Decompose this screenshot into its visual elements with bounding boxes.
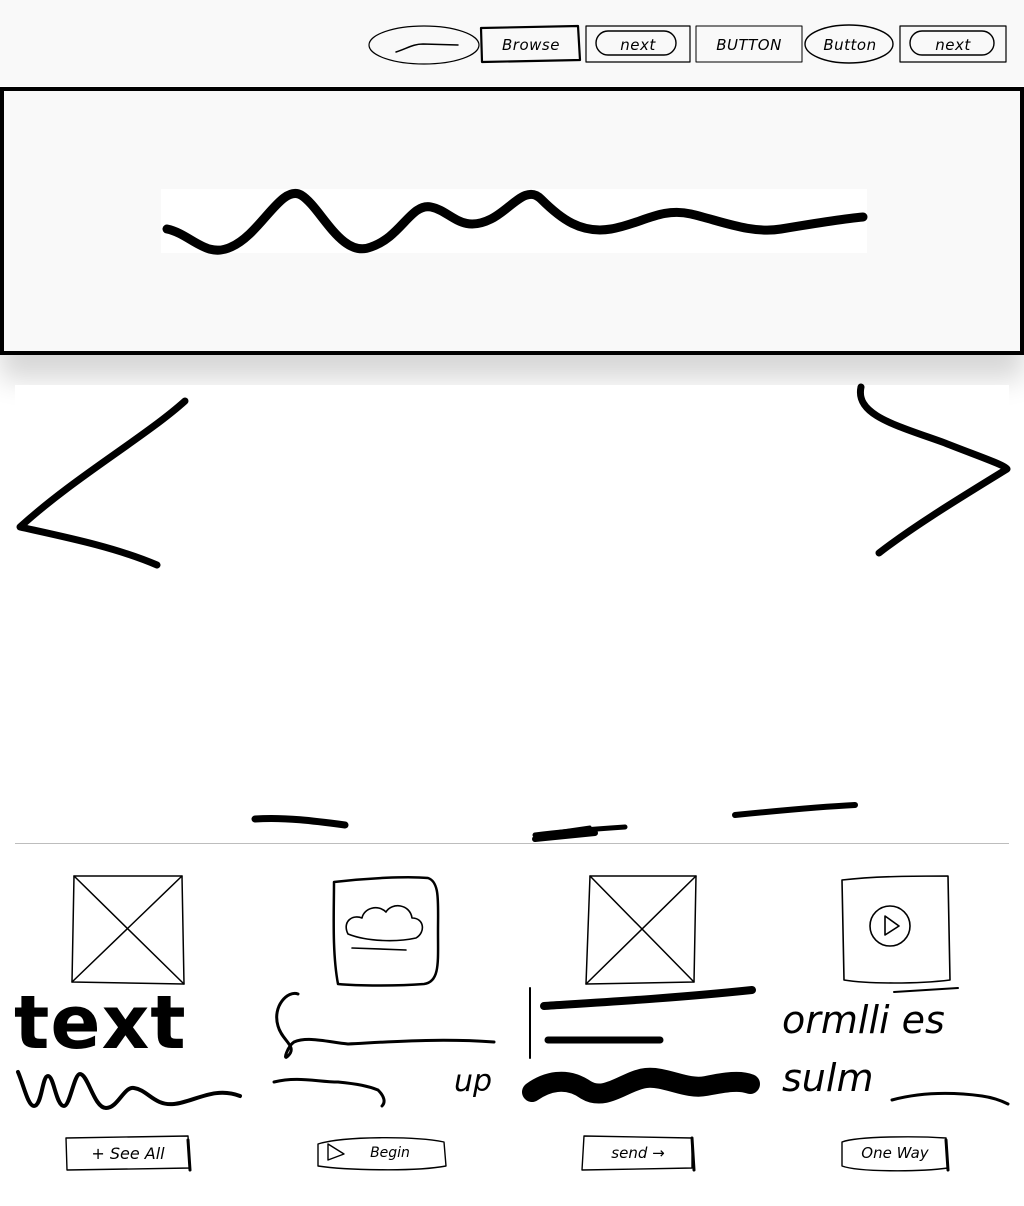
card-2-button[interactable]: Begin [314, 1134, 450, 1172]
card-4-line-1: ormlli es [782, 998, 945, 1042]
image-placeholder-icon [71, 875, 185, 985]
carousel-indicator-dot [532, 830, 598, 842]
card-3: send → [522, 872, 760, 1177]
card-2-button-label: Begin [370, 1145, 410, 1161]
carousel-prev-button[interactable] [15, 397, 190, 572]
card-4-button-label: One Way [861, 1144, 929, 1162]
card-2-media [328, 872, 442, 988]
card-1-media [70, 872, 188, 988]
header-bar: Browse next BUTTON Button next [0, 0, 1024, 86]
card-1-button[interactable]: + See All [64, 1134, 192, 1172]
card-4-button[interactable]: One Way [838, 1134, 952, 1172]
nav-button-next-2[interactable]: next [898, 24, 1008, 66]
card-3-button-label: send → [611, 1144, 665, 1162]
nav-button-button-oval[interactable]: Button [804, 24, 896, 66]
card-2: up Begin [268, 872, 496, 1177]
card-2-trailing-word: up [454, 1064, 493, 1099]
nav-button-squiggle[interactable] [368, 24, 480, 66]
chevron-right-icon [856, 383, 1011, 557]
card-4: ormlli es sulm One Way [782, 872, 1010, 1177]
nav-button-button-text[interactable]: BUTTON [694, 24, 804, 66]
chevron-left-icon [16, 397, 189, 569]
nav-label: next [935, 36, 971, 54]
nav-label [368, 24, 480, 66]
nav-label: next [620, 36, 656, 54]
carousel-slide [15, 383, 1011, 844]
card-1: text + See All [14, 872, 242, 1177]
nav-label: BUTTON [716, 36, 782, 54]
card-3-button[interactable]: send → [580, 1134, 696, 1172]
nav-button-browse[interactable]: Browse [479, 24, 582, 66]
cloud-icon [332, 875, 440, 987]
image-placeholder-icon [585, 875, 697, 985]
card-4-scribble [890, 1091, 1010, 1106]
card-3-media [582, 872, 700, 988]
carousel-next-button[interactable] [855, 383, 1011, 560]
nav-label: Browse [502, 36, 560, 54]
card-1-text: text [14, 980, 242, 1121]
carousel-indicator-stroke [732, 802, 858, 818]
play-icon [841, 875, 959, 993]
card-4-media [838, 872, 959, 993]
nav-button-next-1[interactable]: next [584, 24, 692, 66]
hero-heading-squiggle [161, 189, 868, 255]
card-1-button-label: + See All [91, 1143, 165, 1163]
card-1-scribble [16, 1070, 242, 1110]
card-3-text [522, 986, 760, 1121]
nav-label: Button [823, 36, 877, 54]
hero-panel [0, 87, 1024, 355]
card-4-text: ormlli es sulm [782, 986, 1010, 1121]
card-3-scribble [522, 986, 760, 1104]
card-1-heading: text [14, 980, 187, 1066]
card-2-text: up [268, 986, 496, 1121]
